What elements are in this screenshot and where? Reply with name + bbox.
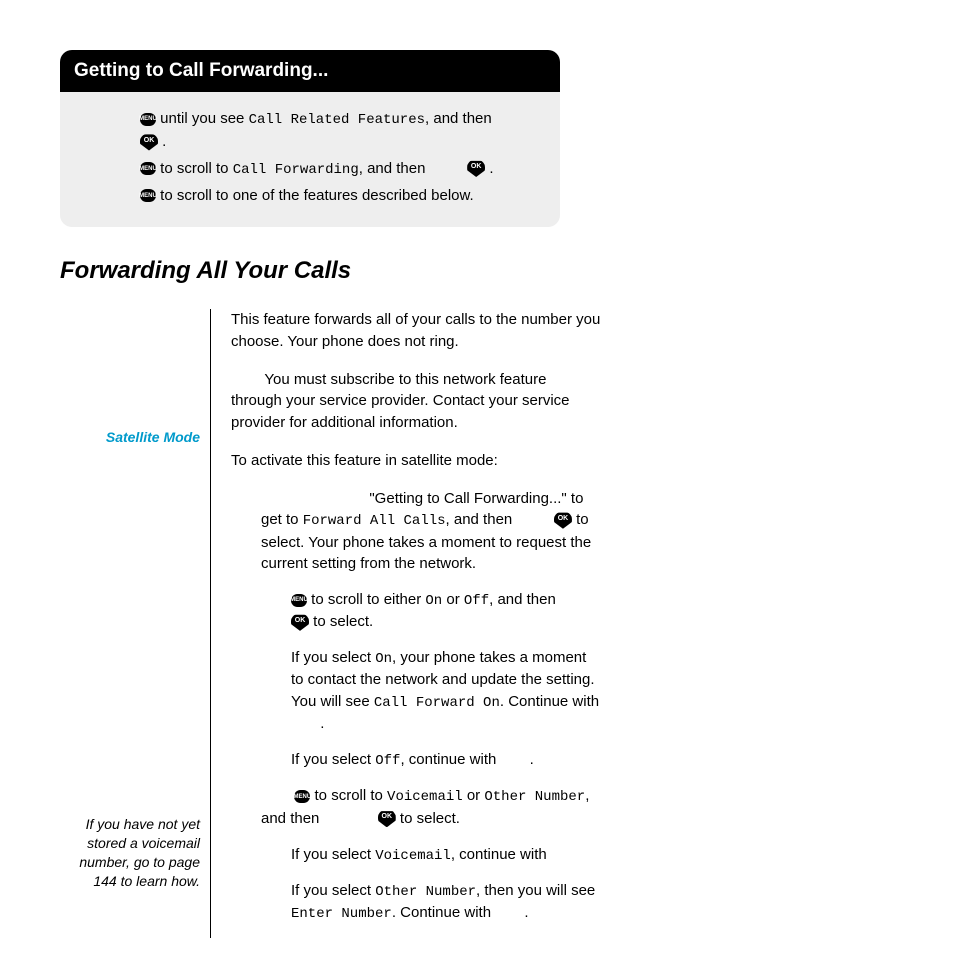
procedure-box: Getting to Call Forwarding... MENU until… <box>60 50 560 227</box>
ok-icon: OK <box>378 810 396 827</box>
paragraph: This feature forwards all of your calls … <box>231 309 601 353</box>
side-label: Satellite Mode <box>60 429 200 445</box>
text: . Continue with <box>500 693 599 710</box>
text: , and then <box>489 591 556 608</box>
ui-text: Other Number <box>484 789 585 805</box>
note-paragraph: If you select Off, continue with . <box>231 749 601 771</box>
text: to scroll to <box>160 160 228 177</box>
paragraph: To activate this feature in satellite mo… <box>231 450 601 472</box>
ui-text: Voicemail <box>375 848 451 864</box>
text: . <box>489 160 493 177</box>
text: to scroll to one of the features describ… <box>160 187 474 204</box>
ok-icon: OK <box>291 614 309 631</box>
ui-text: Voicemail <box>387 789 463 805</box>
content-column: This feature forwards all of your calls … <box>210 309 601 938</box>
step-paragraph: MENU to scroll to Voicemail or Other Num… <box>231 785 601 829</box>
text: If you select <box>291 649 371 666</box>
text: , continue with <box>400 751 496 768</box>
text: . <box>530 751 534 768</box>
ui-text: Off <box>464 593 489 609</box>
text: , then you will see <box>476 882 595 899</box>
paragraph: You must subscribe to this network featu… <box>231 369 601 434</box>
ui-text: Off <box>375 753 400 769</box>
text: or <box>467 787 480 804</box>
menu-icon: MENU <box>140 162 156 175</box>
menu-icon: MENU <box>294 790 310 803</box>
note-paragraph: If you select On, your phone takes a mom… <box>231 647 601 735</box>
menu-icon: MENU <box>140 113 156 126</box>
ui-text: Forward All Calls <box>303 513 446 529</box>
procedure-step: MENU to scroll to Call Forwarding, and t… <box>140 158 546 181</box>
text: , and then <box>359 160 426 177</box>
text: If you select <box>291 882 371 899</box>
ui-text: Enter Number <box>291 906 392 922</box>
side-column: Satellite Mode If you have not yet store… <box>60 309 210 938</box>
text: . <box>524 904 528 921</box>
step-paragraph: "Getting to Call Forwarding..." to get t… <box>231 488 601 576</box>
text: . Continue with <box>392 904 491 921</box>
note-paragraph: If you select Voicemail, continue with <box>231 844 601 866</box>
text: to scroll to <box>315 787 383 804</box>
ui-text: On <box>375 651 392 667</box>
menu-icon: MENU <box>140 189 156 202</box>
text: You must subscribe to this network featu… <box>231 371 570 432</box>
text: , continue with <box>451 846 547 863</box>
section-heading: Forwarding All Your Calls <box>60 257 894 285</box>
text: to scroll to either <box>311 591 421 608</box>
text: or <box>446 591 459 608</box>
ok-icon: OK <box>554 512 572 529</box>
ui-text: Call Forwarding <box>233 162 359 178</box>
text: to select. <box>400 810 460 827</box>
procedure-step: MENU until you see Call Related Features… <box>140 108 546 154</box>
text: until you see <box>160 110 244 127</box>
procedure-step: MENU to scroll to one of the features de… <box>140 185 546 208</box>
text: to select. <box>313 613 373 630</box>
procedure-body: MENU until you see Call Related Features… <box>60 92 560 227</box>
ui-text: Call Related Features <box>249 112 425 128</box>
menu-icon: MENU <box>291 594 307 607</box>
step-paragraph: MENU to scroll to either On or Off, and … <box>231 589 601 633</box>
ok-icon: OK <box>467 160 485 177</box>
text: . <box>320 715 324 732</box>
text: If you select <box>291 751 371 768</box>
document-page: Getting to Call Forwarding... MENU until… <box>0 0 954 978</box>
procedure-title: Getting to Call Forwarding... <box>60 50 560 92</box>
text: , and then <box>446 511 513 528</box>
text: , and then <box>425 110 492 127</box>
ui-text: Call Forward On <box>374 695 500 711</box>
ui-text: On <box>425 593 442 609</box>
note-paragraph: If you select Other Number, then you wil… <box>231 880 601 925</box>
text: . <box>162 133 166 150</box>
two-column-layout: Satellite Mode If you have not yet store… <box>60 309 894 938</box>
ok-icon: OK <box>140 134 158 151</box>
side-note: If you have not yet stored a voicemail n… <box>60 815 200 891</box>
ui-text: Other Number <box>375 884 476 900</box>
text: If you select <box>291 846 371 863</box>
